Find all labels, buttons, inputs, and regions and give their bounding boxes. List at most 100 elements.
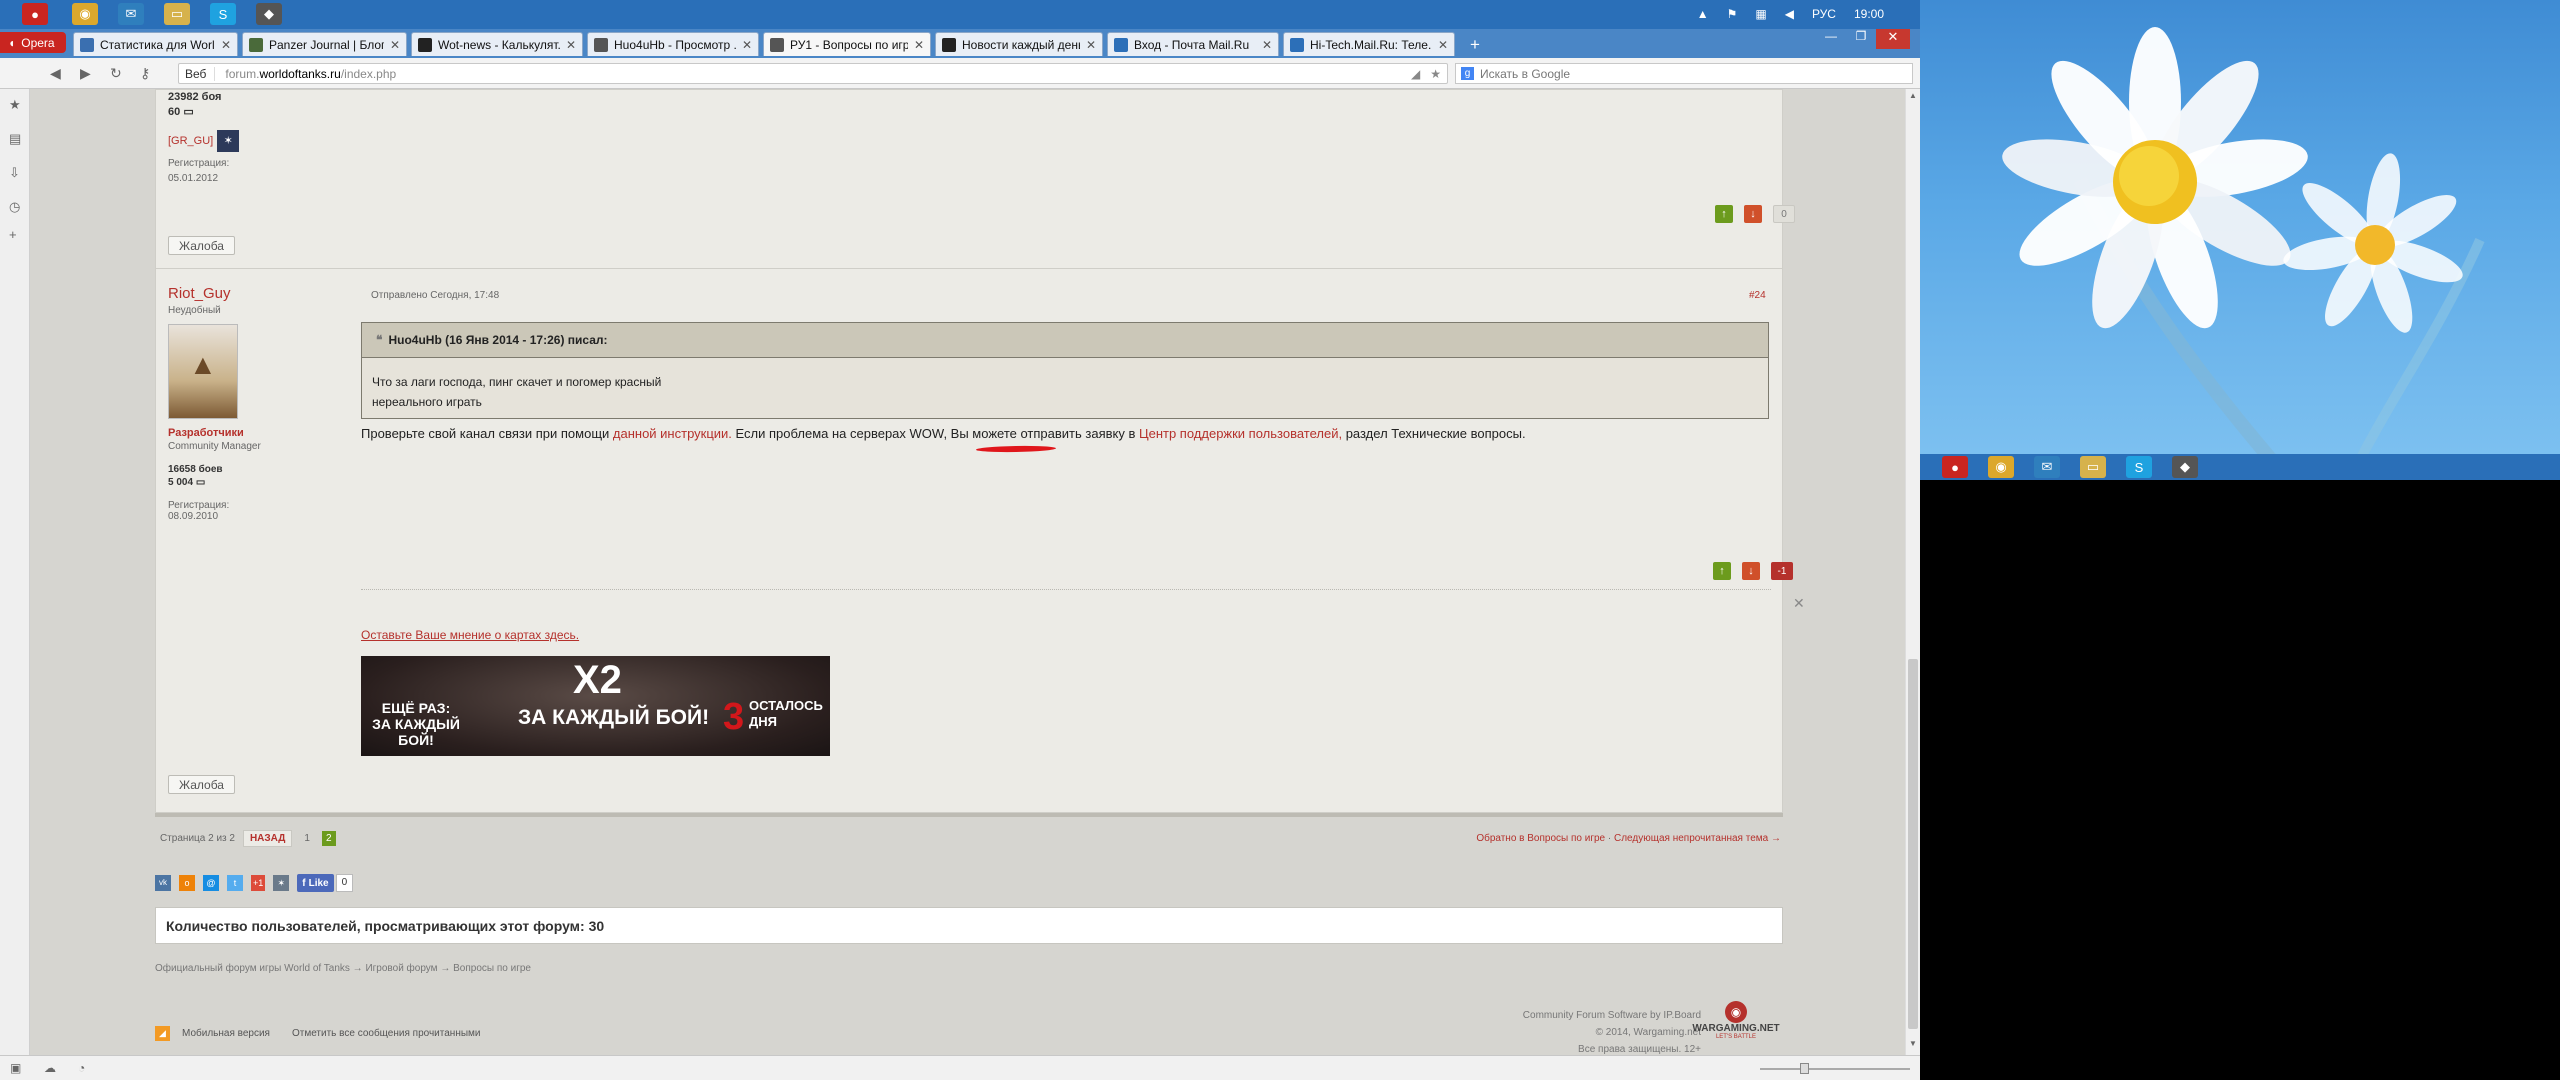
- turbo-icon[interactable]: ☁: [44, 1061, 56, 1075]
- w-icon: [942, 37, 956, 52]
- rss-icon[interactable]: ◢: [1411, 67, 1420, 81]
- prev-report-button[interactable]: Жалоба: [168, 236, 235, 255]
- zoom-slider-handle[interactable]: [1800, 1063, 1809, 1074]
- browser-tab[interactable]: Huo4uHb - Просмотр ... ✕: [587, 32, 759, 56]
- close-tab-icon[interactable]: ✕: [390, 38, 400, 52]
- report-button[interactable]: Жалоба: [168, 775, 235, 794]
- mailru-icon[interactable]: @: [203, 875, 219, 891]
- opera-menu-button[interactable]: ◖ Opera: [0, 32, 66, 53]
- history-icon[interactable]: ◷: [9, 199, 20, 215]
- wot-icon[interactable]: ◆: [2172, 456, 2198, 478]
- close-tab-icon[interactable]: ✕: [566, 38, 576, 52]
- scroll-down-icon[interactable]: ▼: [1909, 1039, 1917, 1048]
- mobile-version-link[interactable]: Мобильная версия: [182, 1028, 270, 1039]
- panel-toggle-icon[interactable]: ▣: [10, 1061, 21, 1075]
- url-field[interactable]: Веб forum.worldoftanks.ru/index.php ◢ ★: [178, 63, 1448, 84]
- prev-clan-tag[interactable]: [GR_GU]: [168, 134, 213, 149]
- browser-tab[interactable]: Статистика для World ...✕: [73, 32, 238, 56]
- close-tab-icon[interactable]: ✕: [1438, 38, 1448, 52]
- vertical-scrollbar[interactable]: ▲ ▼: [1905, 89, 1920, 1055]
- signature-banner[interactable]: X2 ЗА КАЖДЫЙ БОЙ! ЕЩЁ РАЗ: ЗА КАЖДЫЙ БОЙ…: [361, 656, 830, 756]
- back-to-forum-link[interactable]: Обратно в Вопросы по игре: [1476, 833, 1605, 844]
- maximize-button[interactable]: ❐: [1846, 29, 1876, 49]
- breadcrumb-item[interactable]: Официальный форум игры World of Tanks: [155, 963, 350, 974]
- instructions-link[interactable]: данной инструкции.: [613, 426, 732, 441]
- prev-vote-down-button[interactable]: ↓: [1744, 205, 1762, 223]
- chrome-icon[interactable]: ◉: [72, 3, 98, 25]
- close-tab-icon[interactable]: ✕: [742, 38, 752, 52]
- vk-icon[interactable]: vk: [155, 875, 171, 891]
- post-number-link[interactable]: #24: [1749, 290, 1766, 301]
- skype-icon[interactable]: S: [210, 3, 236, 25]
- browser-tab[interactable]: Wot-news - Калькулят... ✕: [411, 32, 583, 56]
- language-indicator[interactable]: РУС: [1812, 7, 1836, 21]
- forward-icon[interactable]: ▶: [80, 65, 91, 82]
- avatar[interactable]: ▲: [168, 324, 238, 419]
- tray-arrow-icon[interactable]: ▲: [1697, 7, 1709, 21]
- signature-link[interactable]: Оставьте Ваше мнение о картах здесь.: [361, 628, 579, 642]
- browser-tab[interactable]: РУ1 - Вопросы по игр... ✕: [763, 32, 931, 56]
- browser-tab[interactable]: Panzer Journal | Блог о...✕: [242, 32, 407, 56]
- opera-icon[interactable]: ●: [22, 3, 48, 25]
- next-unread-topic-link[interactable]: Следующая непрочитанная тема →: [1614, 833, 1781, 844]
- twitter-icon[interactable]: t: [227, 875, 243, 891]
- zoom-slider[interactable]: [1760, 1068, 1910, 1070]
- breadcrumb-item[interactable]: Вопросы по игре: [453, 963, 531, 974]
- minimize-button[interactable]: —: [1816, 29, 1846, 49]
- prev-vote-up-button[interactable]: ↑: [1715, 205, 1733, 223]
- notes-icon[interactable]: ▤: [9, 131, 21, 147]
- desktop-wallpaper: [1920, 0, 2560, 454]
- volume-icon[interactable]: ◀: [1785, 7, 1794, 21]
- back-page-button[interactable]: НАЗАД: [242, 830, 293, 847]
- clan-emblem-icon[interactable]: ✶: [217, 130, 240, 152]
- desktop-taskbar: ● ◉ ✉ ▭ S ◆: [1920, 454, 2560, 480]
- wot-share-icon[interactable]: ✶: [273, 875, 290, 891]
- scroll-up-icon[interactable]: ▲: [1909, 91, 1917, 100]
- gplus-icon[interactable]: +1: [251, 875, 266, 891]
- copyright-line: Community Forum Software by IP.Board: [1522, 1010, 1701, 1021]
- rss-feed-icon[interactable]: ◢: [155, 1026, 170, 1041]
- mail-icon[interactable]: ✉: [2034, 456, 2060, 478]
- breadcrumb-item[interactable]: Игровой форум: [365, 963, 437, 974]
- search-input[interactable]: g Искать в Google: [1455, 63, 1913, 84]
- speed-dial-icon[interactable]: ◔: [78, 1061, 85, 1075]
- wot-icon[interactable]: ◆: [256, 3, 282, 25]
- mark-all-read-link[interactable]: Отметить все сообщения прочитанными: [292, 1028, 481, 1039]
- close-tab-icon[interactable]: ✕: [914, 38, 924, 52]
- close-window-button[interactable]: ✕: [1876, 29, 1910, 49]
- browser-tab[interactable]: Hi-Tech.Mail.Ru: Теле... ✕: [1283, 32, 1455, 56]
- close-tab-icon[interactable]: ✕: [1086, 38, 1096, 52]
- prev-reg-date: 05.01.2012: [168, 173, 219, 184]
- bookmarks-icon[interactable]: ★: [9, 97, 21, 113]
- wargaming-logo[interactable]: ◉ WARGAMING.NET LET'S BATTLE: [1681, 1001, 1791, 1040]
- clock[interactable]: 19:00: [1854, 7, 1884, 21]
- vote-down-button[interactable]: ↓: [1742, 562, 1760, 580]
- chrome-icon[interactable]: ◉: [1988, 456, 2014, 478]
- scroll-thumb[interactable]: [1908, 659, 1918, 1029]
- skype-icon[interactable]: S: [2126, 456, 2152, 478]
- star-icon[interactable]: ★: [1430, 67, 1441, 81]
- flag-icon[interactable]: ⚑: [1727, 7, 1738, 21]
- hide-signature-icon[interactable]: ✕: [1793, 595, 1805, 612]
- new-tab-button[interactable]: +: [1470, 35, 1480, 55]
- key-icon[interactable]: ⚷: [140, 65, 150, 82]
- downloads-icon[interactable]: ⇩: [9, 165, 20, 181]
- close-tab-icon[interactable]: ✕: [1262, 38, 1272, 52]
- odnoklassniki-icon[interactable]: o: [179, 875, 195, 891]
- network-icon[interactable]: ▦: [1755, 7, 1766, 21]
- folder-icon[interactable]: ▭: [164, 3, 190, 25]
- back-icon[interactable]: ◀: [50, 65, 61, 82]
- add-panel-icon[interactable]: +: [9, 227, 17, 242]
- browser-tab[interactable]: Новости каждый день ✕: [935, 32, 1103, 56]
- browser-tab[interactable]: Вход - Почта Mail.Ru ✕: [1107, 32, 1279, 56]
- mail-icon[interactable]: ✉: [118, 3, 144, 25]
- close-tab-icon[interactable]: ✕: [221, 38, 231, 52]
- facebook-like-button[interactable]: f Like: [297, 874, 334, 892]
- opera-icon[interactable]: ●: [1942, 456, 1968, 478]
- vote-up-button[interactable]: ↑: [1713, 562, 1731, 580]
- support-center-link[interactable]: Центр поддержки пользователей,: [1139, 426, 1342, 441]
- folder-icon[interactable]: ▭: [2080, 456, 2106, 478]
- page-1-link[interactable]: 1: [300, 833, 314, 844]
- reload-icon[interactable]: ↻: [110, 65, 122, 82]
- author-name[interactable]: Riot_Guy: [168, 285, 318, 302]
